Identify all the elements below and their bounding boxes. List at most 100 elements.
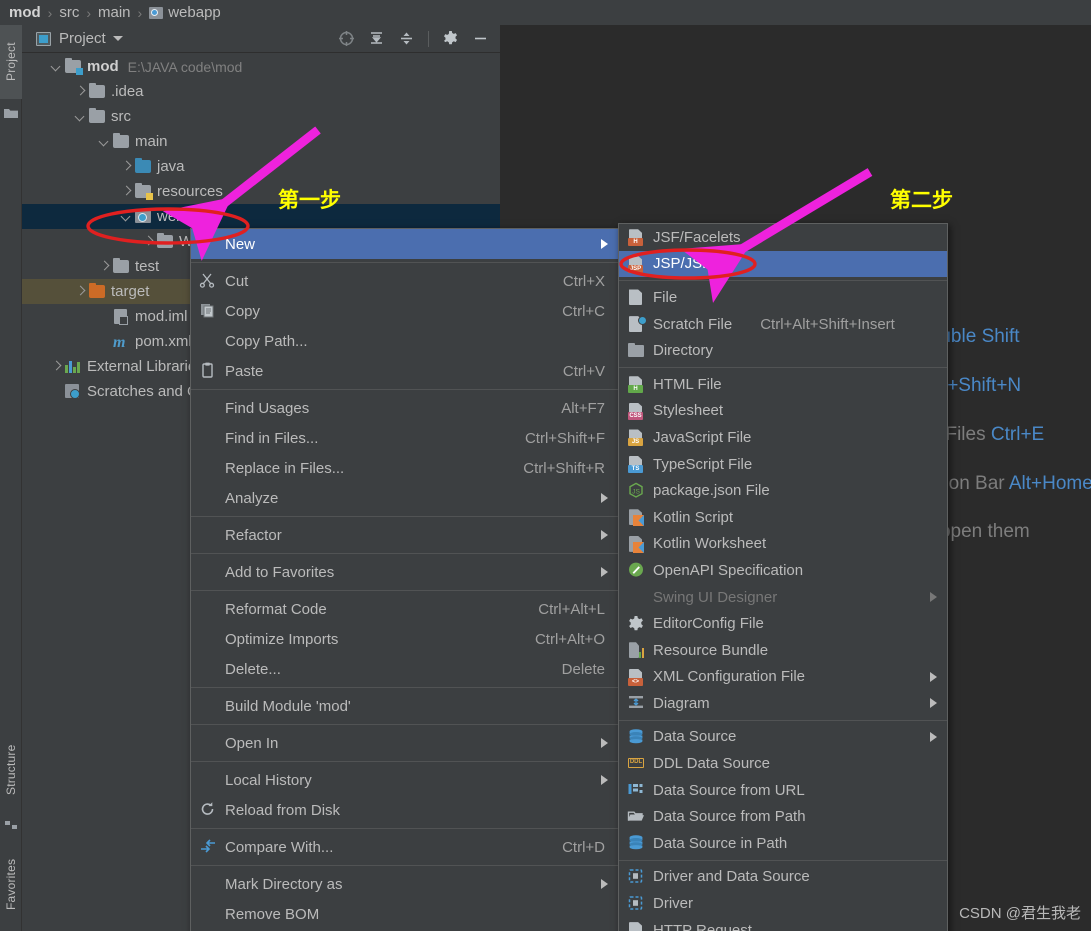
menu-item-reformat-code[interactable]: Reformat Code Ctrl+Alt+L <box>191 594 618 624</box>
menu-item-label: Refactor <box>225 526 282 544</box>
tool-tab-label: Favorites <box>4 858 18 910</box>
menu-item-directory[interactable]: Directory <box>619 337 947 364</box>
select-opened-file-icon[interactable] <box>338 30 355 47</box>
tree-row-idea[interactable]: .idea <box>22 79 500 104</box>
menu-item-build-module[interactable]: Build Module 'mod' <box>191 691 618 721</box>
menu-icon-placeholder <box>199 563 219 581</box>
tree-row-resources[interactable]: resources <box>22 179 500 204</box>
menu-item-editorconfig-file[interactable]: EditorConfig File <box>619 610 947 637</box>
chevron-expanded-icon[interactable] <box>100 137 109 146</box>
menu-item-reload-from-disk[interactable]: Reload from Disk <box>191 795 618 825</box>
menu-item-kotlin-worksheet[interactable]: Kotlin Worksheet <box>619 531 947 558</box>
menu-item-xml-configuration-file[interactable]: <> XML Configuration File <box>619 664 947 691</box>
menu-item-data-source-in-path[interactable]: Data Source in Path <box>619 830 947 857</box>
menu-item-javascript-file[interactable]: JS JavaScript File <box>619 424 947 451</box>
tree-row-main[interactable]: main <box>22 129 500 154</box>
menu-item-new[interactable]: New <box>191 229 618 259</box>
menu-item-data-source[interactable]: Data Source <box>619 724 947 751</box>
sidebar-item-favorites[interactable]: Favorites <box>0 843 22 925</box>
menu-item-label: Scratch File <box>653 315 733 333</box>
chevron-collapsed-icon[interactable] <box>122 162 131 171</box>
settings-gear-icon[interactable] <box>442 30 459 47</box>
menu-item-analyze[interactable]: Analyze <box>191 483 618 513</box>
menu-item-copy-path[interactable]: Copy Path... <box>191 326 618 356</box>
menu-item-label: Analyze <box>225 489 279 507</box>
chevron-down-icon[interactable] <box>112 36 123 41</box>
tree-row-mod[interactable]: mod E:\JAVA code\mod <box>22 54 500 79</box>
openapi-icon <box>627 561 647 579</box>
step-two-label: 第二步 <box>890 189 953 212</box>
sidebar-item-structure[interactable]: Structure <box>0 730 22 810</box>
menu-item-typescript-file[interactable]: TS TypeScript File <box>619 451 947 478</box>
menu-item-file[interactable]: File <box>619 284 947 311</box>
project-tree-context-menu[interactable]: New Cut Ctrl+X Copy Ctrl+C Copy Path... <box>190 228 619 931</box>
menu-item-compare-with[interactable]: Compare With... Ctrl+D <box>191 832 618 862</box>
project-panel-toolbar <box>338 30 500 47</box>
breadcrumb-item-main[interactable]: main <box>98 4 131 21</box>
chevron-expanded-icon[interactable] <box>76 112 85 121</box>
tree-row-webapp[interactable]: webapp <box>22 204 500 229</box>
breadcrumb-item-webapp[interactable]: webapp <box>168 4 221 21</box>
sidebar-item-project[interactable]: Project <box>0 25 22 99</box>
tree-row-src[interactable]: src <box>22 104 500 129</box>
menu-item-shortcut: Delete <box>561 660 605 678</box>
chevron-collapsed-icon[interactable] <box>76 87 85 96</box>
menu-item-scratch-file[interactable]: Scratch File Ctrl+Alt+Shift+Insert <box>619 311 947 338</box>
menu-item-http-request[interactable]: API HTTP Request <box>619 917 947 931</box>
menu-item-jsp-jspx[interactable]: JSP JSP/JSPX <box>619 250 947 278</box>
menu-item-driver[interactable]: Driver <box>619 890 947 917</box>
menu-item-jsf-facelets[interactable]: H JSF/Facelets <box>619 224 947 251</box>
menu-item-find-usages[interactable]: Find Usages Alt+F7 <box>191 393 618 423</box>
menu-item-label: Find Usages <box>225 399 310 417</box>
menu-icon-placeholder <box>199 697 219 715</box>
hide-icon[interactable] <box>472 30 489 47</box>
expand-all-icon[interactable] <box>368 30 385 47</box>
js-file-icon: JS <box>627 428 647 447</box>
chevron-expanded-icon[interactable] <box>52 62 61 71</box>
chevron-collapsed-icon[interactable] <box>122 187 131 196</box>
menu-item-mark-directory-as[interactable]: Mark Directory as <box>191 869 618 899</box>
breadcrumb-item-src[interactable]: src <box>59 4 79 21</box>
menu-item-html-file[interactable]: H HTML File <box>619 371 947 398</box>
chevron-expanded-icon[interactable] <box>122 212 131 221</box>
menu-item-delete[interactable]: Delete... Delete <box>191 654 618 684</box>
menu-item-package-json-file[interactable]: JS package.json File <box>619 477 947 504</box>
menu-item-ddl-data-source[interactable]: DDL DDL Data Source <box>619 750 947 777</box>
menu-item-refactor[interactable]: Refactor <box>191 520 618 550</box>
menu-item-openapi-specification[interactable]: OpenAPI Specification <box>619 557 947 584</box>
menu-item-add-to-favorites[interactable]: Add to Favorites <box>191 557 618 587</box>
menu-item-label: HTML File <box>653 375 722 393</box>
menu-separator <box>191 865 618 866</box>
menu-item-resource-bundle[interactable]: Resource Bundle <box>619 637 947 664</box>
menu-item-paste[interactable]: Paste Ctrl+V <box>191 356 618 386</box>
breadcrumb-item-mod[interactable]: mod <box>9 4 41 21</box>
menu-separator <box>619 719 947 721</box>
menu-item-stylesheet[interactable]: CSS Stylesheet <box>619 398 947 425</box>
menu-item-remove-bom[interactable]: Remove BOM <box>191 899 618 929</box>
chevron-collapsed-icon[interactable] <box>144 237 153 246</box>
new-file-submenu[interactable]: H JSF/Facelets JSP JSP/JSPX File Scratch… <box>618 223 948 931</box>
menu-item-copy[interactable]: Copy Ctrl+C <box>191 296 618 326</box>
breadcrumb-separator: › <box>47 4 53 21</box>
menu-item-optimize-imports[interactable]: Optimize Imports Ctrl+Alt+O <box>191 624 618 654</box>
chevron-collapsed-icon[interactable] <box>100 262 109 271</box>
collapse-all-icon[interactable] <box>398 30 415 47</box>
tree-row-java[interactable]: java <box>22 154 500 179</box>
menu-item-cut[interactable]: Cut Ctrl+X <box>191 266 618 296</box>
jsf-file-icon: H <box>627 228 647 247</box>
menu-item-local-history[interactable]: Local History <box>191 765 618 795</box>
menu-item-open-in[interactable]: Open In <box>191 728 618 758</box>
menu-separator <box>619 859 947 861</box>
tree-label: mod.iml <box>135 308 188 325</box>
chevron-collapsed-icon[interactable] <box>76 287 85 296</box>
menu-item-find-in-files[interactable]: Find in Files... Ctrl+Shift+F <box>191 423 618 453</box>
menu-item-replace-in-files[interactable]: Replace in Files... Ctrl+Shift+R <box>191 453 618 483</box>
menu-separator <box>619 280 947 282</box>
chevron-collapsed-icon[interactable] <box>52 362 61 371</box>
menu-item-driver-and-data-source[interactable]: Driver and Data Source <box>619 864 947 891</box>
menu-item-kotlin-script[interactable]: Kotlin Script <box>619 504 947 531</box>
menu-item-diagram[interactable]: Diagram <box>619 690 947 717</box>
menu-item-data-source-from-url[interactable]: Data Source from URL <box>619 777 947 804</box>
left-tool-strip: Project Structure Favorites <box>0 25 22 931</box>
menu-item-data-source-from-path[interactable]: Data Source from Path <box>619 803 947 830</box>
